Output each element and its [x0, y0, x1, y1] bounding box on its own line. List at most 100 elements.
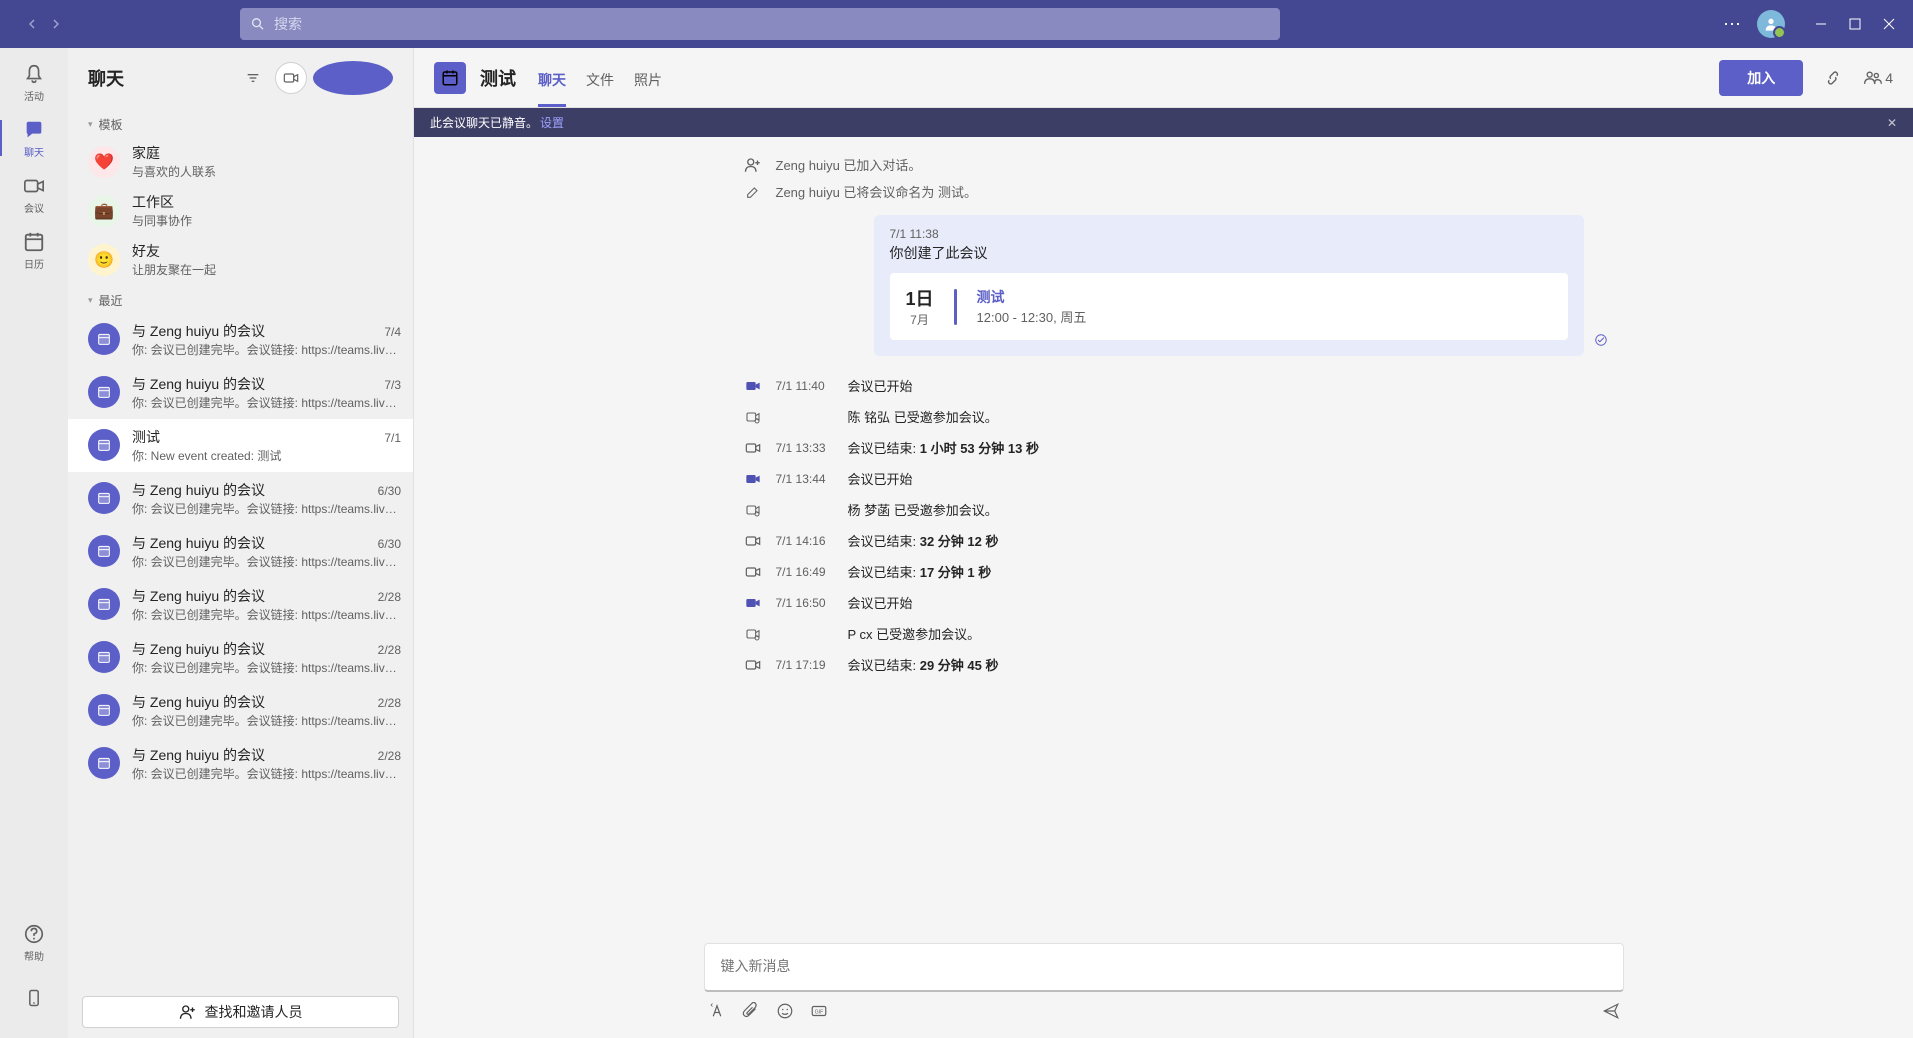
- invite-people-button[interactable]: 查找和邀请人员: [82, 996, 399, 1028]
- chat-list-item[interactable]: 与 Zeng huiyu 的会议6/30 你: 会议已创建完毕。会议链接: ht…: [68, 472, 413, 525]
- chat-date: 7/4: [384, 325, 401, 339]
- search-icon: [250, 16, 266, 32]
- format-button[interactable]: [708, 1002, 726, 1020]
- video-off-icon: [744, 564, 762, 580]
- event-text: 会议已结束: 29 分钟 45 秒: [848, 655, 999, 674]
- banner-settings-link[interactable]: 设置: [540, 114, 564, 131]
- search-box[interactable]: [240, 8, 1280, 40]
- message-input[interactable]: [721, 958, 1607, 974]
- help-icon: [22, 922, 46, 946]
- chat-date: 6/30: [378, 537, 401, 551]
- chat-preview: 你: 会议已创建完毕。会议链接: https://teams.live....: [132, 659, 401, 676]
- chat-list-item[interactable]: 与 Zeng huiyu 的会议2/28 你: 会议已创建完毕。会议链接: ht…: [68, 684, 413, 737]
- rail-mobile[interactable]: [0, 970, 68, 1026]
- chat-list-item[interactable]: 与 Zeng huiyu 的会议2/28 你: 会议已创建完毕。会议链接: ht…: [68, 631, 413, 684]
- chat-preview: 你: 会议已创建完毕。会议链接: https://teams.live....: [132, 341, 401, 358]
- tab-chat[interactable]: 聊天: [538, 70, 566, 107]
- new-chat-button[interactable]: [313, 61, 393, 95]
- rail-activity[interactable]: 活动: [0, 54, 68, 110]
- section-recent-toggle[interactable]: 最近: [68, 284, 413, 313]
- person-add-icon: [744, 156, 762, 174]
- conversation-title: 测试: [480, 65, 516, 91]
- meeting-event: 7/1 17:19 会议已结束: 29 分钟 45 秒: [744, 649, 1584, 680]
- rail-label: 帮助: [24, 948, 44, 963]
- participants-button[interactable]: 4: [1863, 68, 1893, 88]
- close-button[interactable]: [1881, 18, 1897, 30]
- rail-chat[interactable]: 聊天: [0, 110, 68, 166]
- join-meeting-button[interactable]: 加入: [1719, 60, 1803, 96]
- chat-preview: 你: 会议已创建完毕。会议链接: https://teams.live....: [132, 394, 401, 411]
- rail-help[interactable]: 帮助: [0, 914, 68, 970]
- rail-calendar[interactable]: 日历: [0, 222, 68, 278]
- gif-button[interactable]: GIF: [810, 1002, 828, 1020]
- event-text: 会议已结束: 1 小时 53 分钟 13 秒: [848, 438, 1039, 457]
- section-templates-toggle[interactable]: 模板: [68, 108, 413, 137]
- meeting-event: 7/1 16:49 会议已结束: 17 分钟 1 秒: [744, 556, 1584, 587]
- chat-icon: [22, 118, 46, 142]
- calendar-icon: [88, 376, 120, 408]
- chat-list-item[interactable]: 与 Zeng huiyu 的会议6/30 你: 会议已创建完毕。会议链接: ht…: [68, 525, 413, 578]
- template-subtitle: 与喜欢的人联系: [132, 163, 216, 180]
- invite-icon: [744, 626, 762, 642]
- banner-close-icon[interactable]: ✕: [1887, 116, 1897, 130]
- chat-date: 2/28: [378, 749, 401, 763]
- attach-button[interactable]: [742, 1002, 760, 1020]
- chat-date: 6/30: [378, 484, 401, 498]
- check-icon: [1594, 333, 1608, 352]
- video-off-icon: [744, 533, 762, 549]
- meeting-event: P cx 已受邀参加会议。: [744, 618, 1584, 649]
- rail-label: 日历: [24, 256, 44, 271]
- event-time: 7/1 14:16: [776, 534, 834, 548]
- template-item[interactable]: ❤️ 家庭与喜欢的人联系: [68, 137, 413, 186]
- event-text: 会议已结束: 32 分钟 12 秒: [848, 531, 999, 550]
- chat-title: 测试: [132, 427, 160, 447]
- chat-list-item[interactable]: 测试7/1 你: New event created: 测试: [68, 419, 413, 472]
- calendar-icon: [88, 588, 120, 620]
- video-off-icon: [744, 657, 762, 673]
- event-text: P cx 已受邀参加会议。: [848, 624, 981, 643]
- conversation-icon: [434, 62, 466, 94]
- system-message: Zeng huiyu 已将会议命名为 测试。: [744, 178, 1584, 205]
- chat-list-item[interactable]: 与 Zeng huiyu 的会议2/28 你: 会议已创建完毕。会议链接: ht…: [68, 737, 413, 790]
- app-rail: 活动 聊天 会议 日历 帮助: [0, 48, 68, 1038]
- event-text: 会议已开始: [848, 593, 913, 612]
- minimize-button[interactable]: [1813, 18, 1829, 30]
- template-item[interactable]: 🙂 好友让朋友聚在一起: [68, 235, 413, 284]
- event-time: 7/1 13:33: [776, 441, 834, 455]
- chat-list-item[interactable]: 与 Zeng huiyu 的会议2/28 你: 会议已创建完毕。会议链接: ht…: [68, 578, 413, 631]
- rail-meetings[interactable]: 会议: [0, 166, 68, 222]
- rail-label: 聊天: [24, 144, 44, 159]
- emoji-button[interactable]: [776, 1002, 794, 1020]
- edit-icon: [744, 184, 762, 200]
- meeting-card[interactable]: 1日 7月 测试 12:00 - 12:30, 周五: [890, 273, 1568, 340]
- meet-now-button[interactable]: [275, 62, 307, 94]
- panel-title: 聊天: [88, 65, 237, 91]
- invite-icon: [744, 409, 762, 425]
- template-subtitle: 让朋友聚在一起: [132, 261, 216, 278]
- video-icon: [744, 595, 762, 611]
- template-emoji-icon: 🙂: [88, 244, 120, 276]
- search-input[interactable]: [274, 16, 1270, 32]
- tab-photos[interactable]: 照片: [634, 70, 662, 107]
- filter-button[interactable]: [237, 62, 269, 94]
- chat-list-item[interactable]: 与 Zeng huiyu 的会议7/4 你: 会议已创建完毕。会议链接: htt…: [68, 313, 413, 366]
- tab-files[interactable]: 文件: [586, 70, 614, 107]
- calendar-icon: [88, 747, 120, 779]
- nav-forward[interactable]: [48, 16, 64, 32]
- calendar-icon: [88, 429, 120, 461]
- bell-icon: [22, 62, 46, 86]
- nav-back[interactable]: [24, 16, 40, 32]
- event-time: 7/1 16:49: [776, 565, 834, 579]
- copy-link-button[interactable]: [1817, 62, 1849, 94]
- video-icon: [22, 174, 46, 198]
- chat-list-item[interactable]: 与 Zeng huiyu 的会议7/3 你: 会议已创建完毕。会议链接: htt…: [68, 366, 413, 419]
- send-button[interactable]: [1602, 1002, 1620, 1020]
- more-button[interactable]: ⋯: [1723, 14, 1741, 35]
- user-avatar[interactable]: [1757, 10, 1785, 38]
- maximize-button[interactable]: [1847, 18, 1863, 30]
- chat-preview: 你: 会议已创建完毕。会议链接: https://teams.live....: [132, 553, 401, 570]
- video-icon: [744, 378, 762, 394]
- template-item[interactable]: 💼 工作区与同事协作: [68, 186, 413, 235]
- compose-box[interactable]: [704, 943, 1624, 992]
- chat-date: 2/28: [378, 696, 401, 710]
